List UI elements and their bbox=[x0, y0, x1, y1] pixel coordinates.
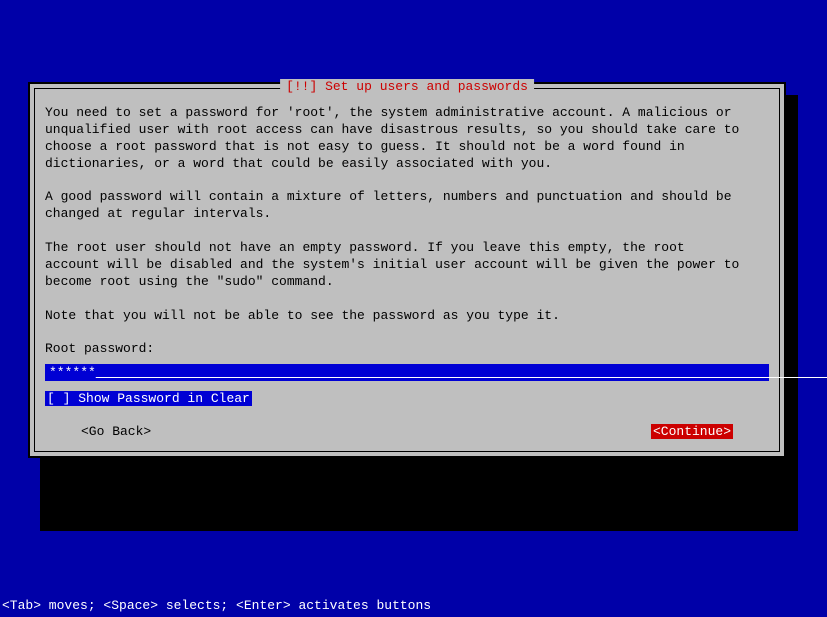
checkbox-indicator: [ ] bbox=[47, 391, 78, 406]
root-password-input[interactable]: ******__________________________________… bbox=[45, 364, 769, 381]
dialog-inner: [!!] Set up users and passwords You need… bbox=[34, 88, 780, 452]
checkbox-label: Show Password in Clear bbox=[78, 391, 250, 406]
button-row: <Go Back> <Continue> bbox=[45, 424, 769, 439]
footer-hint: <Tab> moves; <Space> selects; <Enter> ac… bbox=[0, 598, 431, 613]
dialog-body-text: You need to set a password for 'root', t… bbox=[45, 105, 769, 358]
go-back-button[interactable]: <Go Back> bbox=[81, 424, 151, 439]
password-underline: ________________________________________… bbox=[96, 365, 827, 380]
continue-button[interactable]: <Continue> bbox=[651, 424, 733, 439]
password-masked-value: ****** bbox=[49, 365, 96, 380]
dialog-title: [!!] Set up users and passwords bbox=[280, 79, 534, 94]
installer-dialog: [!!] Set up users and passwords You need… bbox=[28, 82, 786, 458]
show-password-checkbox[interactable]: [ ] Show Password in Clear bbox=[45, 391, 252, 406]
